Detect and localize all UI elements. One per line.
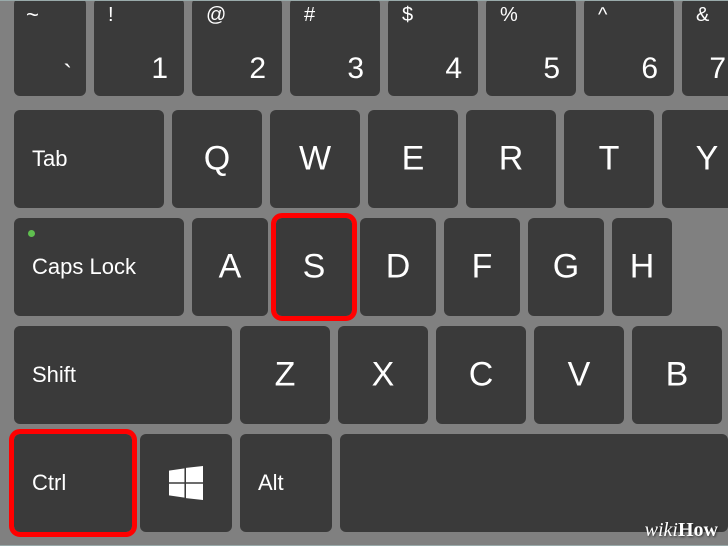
key-label: A [219, 248, 242, 287]
key-label: Tab [32, 146, 67, 172]
key-symbol: % [500, 4, 518, 27]
key-y[interactable]: Y [662, 110, 728, 208]
key-c[interactable]: C [436, 326, 526, 424]
key-label: Caps Lock [32, 254, 136, 280]
key-digit: 4 [445, 52, 462, 86]
key-w[interactable]: W [270, 110, 360, 208]
key-label: D [386, 248, 411, 287]
key-t[interactable]: T [564, 110, 654, 208]
key-label: X [372, 356, 395, 395]
key-label: R [499, 140, 524, 179]
image-border-top [0, 0, 728, 1]
key-g[interactable]: G [528, 218, 604, 316]
key-1[interactable]: ! 1 [94, 0, 184, 96]
capslock-indicator-icon [28, 230, 35, 237]
row-asdf: Caps Lock A S D F G H [14, 218, 728, 316]
windows-icon [169, 466, 203, 500]
key-label: V [568, 356, 591, 395]
key-label: Ctrl [32, 470, 66, 496]
key-tab[interactable]: Tab [14, 110, 164, 208]
key-symbol: @ [206, 4, 226, 27]
key-symbol: & [696, 4, 709, 27]
key-d[interactable]: D [360, 218, 436, 316]
key-label: W [299, 140, 331, 179]
key-digit: 5 [543, 52, 560, 86]
key-digit: 3 [347, 52, 364, 86]
key-label: B [666, 356, 689, 395]
row-numbers: ~ ` ! 1 @ 2 # 3 $ 4 % 5 ^ 6 & 7 [14, 0, 728, 96]
key-b[interactable]: B [632, 326, 722, 424]
key-spacebar[interactable] [340, 434, 728, 532]
key-3[interactable]: # 3 [290, 0, 380, 96]
key-h[interactable]: H [612, 218, 672, 316]
key-symbol: ^ [598, 4, 607, 27]
row-zxcvb: Shift Z X C V B [14, 326, 728, 424]
key-z[interactable]: Z [240, 326, 330, 424]
key-label: H [630, 248, 655, 287]
key-alt[interactable]: Alt [240, 434, 332, 532]
key-symbol: $ [402, 4, 413, 27]
key-backtick[interactable]: ~ ` [14, 0, 86, 96]
key-label: Y [696, 140, 719, 179]
key-6[interactable]: ^ 6 [584, 0, 674, 96]
key-windows[interactable] [140, 434, 232, 532]
key-7[interactable]: & 7 [682, 0, 728, 96]
key-label: F [472, 248, 493, 287]
key-ctrl[interactable]: Ctrl [14, 434, 132, 532]
key-capslock[interactable]: Caps Lock [14, 218, 184, 316]
key-label: Z [275, 356, 296, 395]
key-label: E [402, 140, 425, 179]
key-symbol: ~ [26, 2, 39, 28]
key-label: Alt [258, 470, 284, 496]
key-x[interactable]: X [338, 326, 428, 424]
keyboard: ~ ` ! 1 @ 2 # 3 $ 4 % 5 ^ 6 & 7 [0, 0, 728, 544]
key-e[interactable]: E [368, 110, 458, 208]
key-digit: 7 [709, 52, 726, 86]
watermark-how: How [678, 519, 718, 541]
key-4[interactable]: $ 4 [388, 0, 478, 96]
key-r[interactable]: R [466, 110, 556, 208]
key-shift[interactable]: Shift [14, 326, 232, 424]
key-digit: 2 [249, 52, 266, 86]
key-s[interactable]: S [276, 218, 352, 316]
key-2[interactable]: @ 2 [192, 0, 282, 96]
key-label: C [469, 356, 494, 395]
key-label: T [599, 140, 620, 179]
row-bottom: Ctrl Alt [14, 434, 728, 532]
watermark-wiki: wiki [645, 519, 678, 541]
key-q[interactable]: Q [172, 110, 262, 208]
key-symbol: ! [108, 4, 114, 27]
key-label: G [553, 248, 579, 287]
key-a[interactable]: A [192, 218, 268, 316]
key-symbol: # [304, 4, 315, 27]
key-digit: 6 [641, 52, 658, 86]
key-5[interactable]: % 5 [486, 0, 576, 96]
row-qwerty: Tab Q W E R T Y [14, 110, 728, 208]
key-digit: 1 [151, 52, 168, 86]
key-digit: ` [63, 59, 72, 90]
key-label: S [303, 248, 326, 287]
key-label: Shift [32, 362, 76, 388]
key-f[interactable]: F [444, 218, 520, 316]
key-v[interactable]: V [534, 326, 624, 424]
key-label: Q [204, 140, 230, 179]
watermark: wikiHow [645, 519, 718, 542]
